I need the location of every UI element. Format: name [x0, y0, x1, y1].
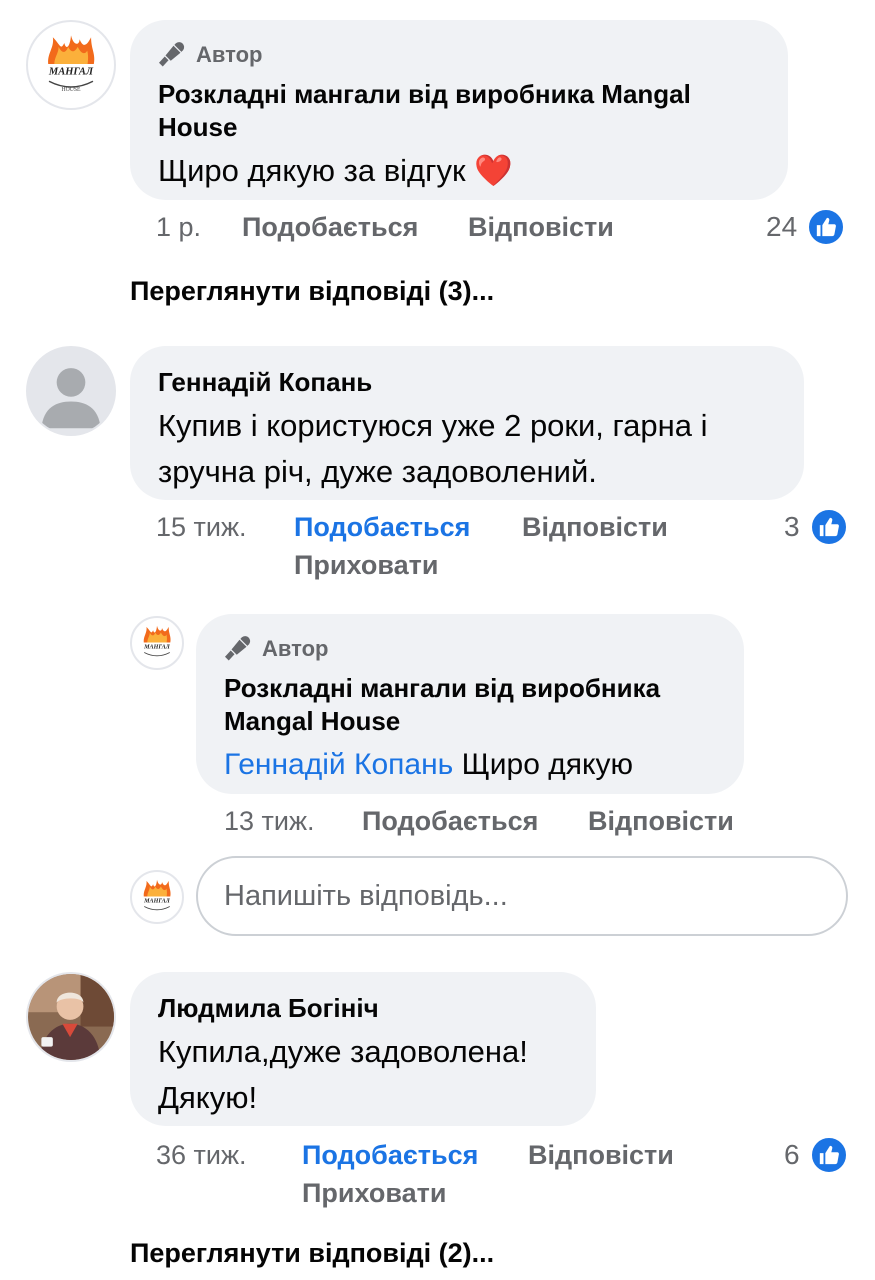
avatar-photo[interactable]	[26, 972, 116, 1062]
comment-bubble: Автор Розкладні мангали від виробника Ma…	[130, 20, 788, 200]
comment-timestamp[interactable]: 15 тиж.	[156, 512, 247, 543]
avatar-mangal-house[interactable]: МАНГАЛ HOUSE	[26, 20, 116, 110]
comment-actions: 15 тиж. Подобається Відповісти Приховати	[156, 512, 716, 592]
reaction-count: 24	[766, 211, 798, 242]
default-user-icon	[28, 348, 114, 434]
reaction-summary[interactable]: 3	[784, 508, 848, 546]
author-badge: Автор	[158, 40, 760, 70]
comment-text-body: Щиро дякую за відгук	[158, 153, 466, 188]
comment-timestamp[interactable]: 36 тиж.	[156, 1140, 247, 1171]
svg-text:МАНГАЛ: МАНГАЛ	[143, 645, 171, 651]
svg-text:HOUSE: HOUSE	[61, 87, 81, 93]
reply-bubble: Автор Розкладні мангали від виробника Ma…	[196, 614, 744, 794]
reply-input-placeholder: Напишіть відповідь...	[224, 879, 508, 912]
reaction-summary[interactable]: 24	[766, 208, 846, 246]
reaction-summary[interactable]: 6	[784, 1136, 848, 1174]
reply-button[interactable]: Відповісти	[522, 512, 668, 543]
like-button[interactable]: Подобається	[242, 212, 418, 243]
author-badge: Автор	[224, 634, 716, 664]
comment-actions: 1 р. Подобається Відповісти	[156, 212, 656, 252]
reply-actions: 13 тиж. Подобається Відповісти	[224, 806, 744, 846]
avatar-mangal-house: МАНГАЛ	[130, 870, 184, 924]
mention-link[interactable]: Геннадій Копань	[224, 748, 453, 781]
avatar-default[interactable]	[26, 346, 116, 436]
hide-button[interactable]: Приховати	[302, 1178, 446, 1209]
like-button[interactable]: Подобається	[362, 806, 538, 837]
mangal-house-logo-icon: МАНГАЛ	[132, 618, 182, 668]
mangal-house-logo-icon: МАНГАЛ	[132, 872, 182, 922]
commenter-name[interactable]: Розкладні мангали від виробника Mangal H…	[224, 672, 716, 738]
reply-text: Геннадій Копань Щиро дякую	[224, 742, 716, 788]
reply-button[interactable]: Відповісти	[468, 212, 614, 243]
like-button[interactable]: Подобається	[302, 1140, 478, 1171]
comment-text: Купила,дуже задоволена! Дякую!	[158, 1034, 528, 1115]
svg-text:МАНГАЛ: МАНГАЛ	[143, 899, 171, 905]
microphone-icon	[225, 636, 251, 661]
reaction-count: 6	[784, 1139, 800, 1170]
view-replies-link[interactable]: Переглянути відповіді (2)...	[130, 1238, 494, 1269]
like-reaction-icon	[807, 208, 846, 246]
user-photo-icon	[28, 974, 114, 1060]
reply-button[interactable]: Відповісти	[528, 1140, 674, 1171]
author-tag-label: Автор	[262, 636, 329, 661]
svg-text:МАНГАЛ: МАНГАЛ	[48, 67, 94, 78]
comment-text: Купив і користуюся уже 2 роки, гарна і з…	[158, 408, 708, 489]
comment-bubble: Геннадій Копань Купив і користуюся уже 2…	[130, 346, 804, 500]
reply-text-body: Щиро дякую	[461, 748, 633, 781]
heart-emoji: ❤️	[474, 153, 513, 188]
author-tag-label: Автор	[196, 42, 263, 67]
like-reaction-icon	[809, 508, 848, 546]
mangal-house-logo-icon: МАНГАЛ HOUSE	[28, 22, 114, 108]
like-button[interactable]: Подобається	[294, 512, 470, 543]
reply-button[interactable]: Відповісти	[588, 806, 734, 837]
view-replies-link[interactable]: Переглянути відповіді (3)...	[130, 276, 494, 307]
reply-timestamp[interactable]: 13 тиж.	[224, 806, 315, 837]
avatar-mangal-house[interactable]: МАНГАЛ	[130, 616, 184, 670]
like-reaction-icon	[809, 1136, 848, 1174]
comment-actions: 36 тиж. Подобається Відповісти Приховати	[156, 1140, 716, 1220]
microphone-icon	[159, 42, 185, 67]
hide-button[interactable]: Приховати	[294, 550, 438, 581]
commenter-name[interactable]: Геннадій Копань	[158, 366, 776, 399]
reply-input[interactable]: Напишіть відповідь...	[196, 856, 848, 936]
reaction-count: 3	[784, 511, 800, 542]
comment-text: Щиро дякую за відгук ❤️	[158, 148, 760, 194]
commenter-name[interactable]: Розкладні мангали від виробника Mangal H…	[158, 78, 760, 144]
commenter-name[interactable]: Людмила Богініч	[158, 992, 568, 1025]
comment-bubble: Людмила Богініч Купила,дуже задоволена! …	[130, 972, 596, 1126]
comment-timestamp[interactable]: 1 р.	[156, 212, 201, 243]
